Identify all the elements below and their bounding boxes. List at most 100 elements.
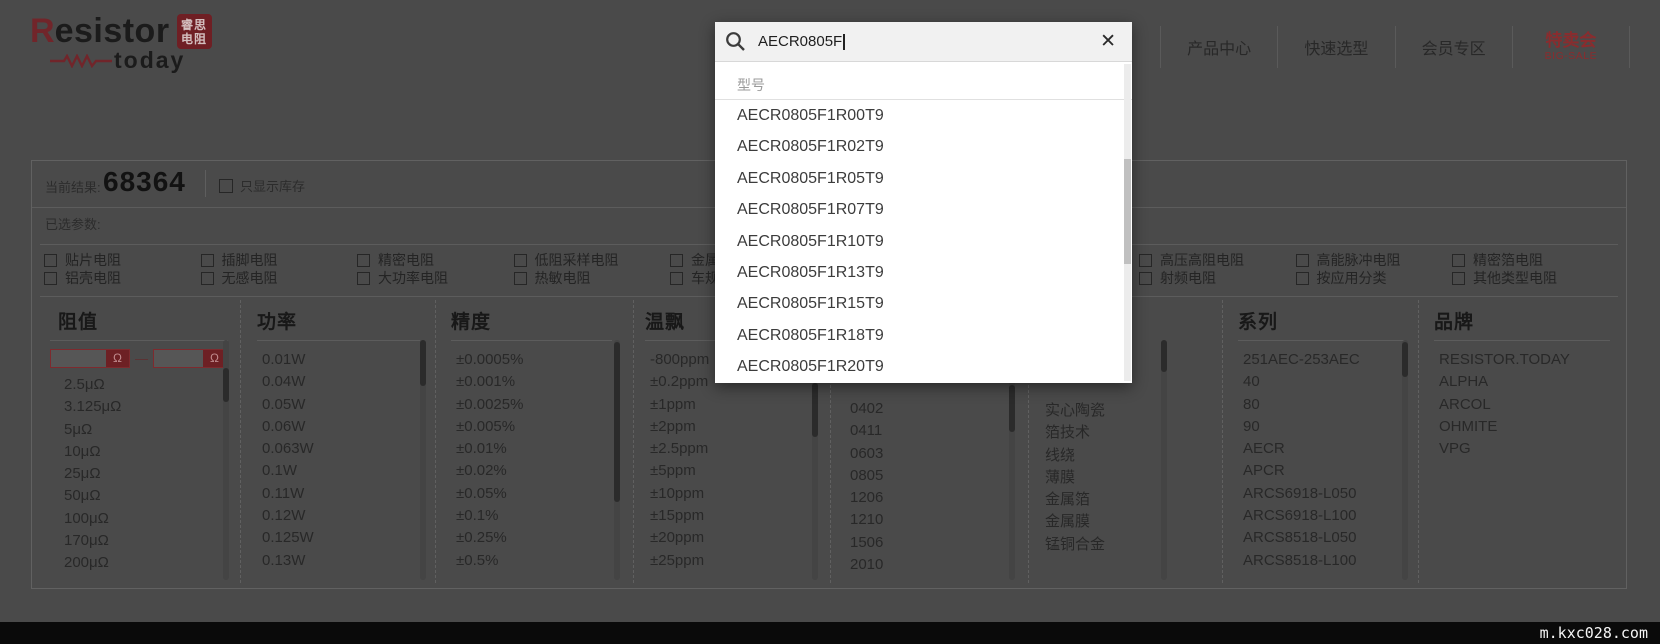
filter-option[interactable]: ±0.5% bbox=[451, 550, 612, 572]
type-filter-option[interactable]: 热敏电阻 bbox=[513, 271, 671, 286]
filter-option[interactable]: ±0.0025% bbox=[451, 394, 612, 416]
nav-item-quick-select[interactable]: 快速选型 bbox=[1278, 26, 1396, 68]
nav-item-member-zone[interactable]: 会员专区 bbox=[1396, 26, 1513, 68]
type-filter-option[interactable]: 贴片电阻 bbox=[44, 253, 201, 268]
filter-option[interactable]: 金属膜 bbox=[1040, 511, 1155, 533]
filter-option[interactable]: 线绕 bbox=[1040, 445, 1155, 467]
type-filter-option[interactable]: 其他类型电阻 bbox=[1452, 271, 1609, 286]
filter-option[interactable]: 0805 bbox=[845, 465, 965, 487]
popup-scrollbar[interactable] bbox=[1124, 64, 1131, 381]
filter-option[interactable]: ARCS8518-L050 bbox=[1238, 527, 1405, 549]
type-filter-option[interactable]: 精密电阻 bbox=[357, 253, 514, 268]
suggestion-item[interactable]: AECR0805F1R07T9 bbox=[715, 194, 1132, 225]
suggestion-item[interactable]: AECR0805F1R15T9 bbox=[715, 288, 1132, 319]
scrollbar-thumb[interactable] bbox=[223, 368, 229, 402]
type-filter-option[interactable]: 射频电阻 bbox=[1139, 271, 1296, 286]
filter-option[interactable]: 0.06W bbox=[257, 416, 420, 438]
filter-option[interactable]: 0402 bbox=[845, 398, 965, 420]
filter-option[interactable]: ±0.1% bbox=[451, 505, 612, 527]
nav-item-big-sale[interactable]: 特卖会 BIG-SALE bbox=[1513, 26, 1630, 68]
filter-option[interactable]: ±15ppm bbox=[645, 505, 805, 527]
filter-option[interactable]: ±25ppm bbox=[645, 550, 805, 572]
type-filter-option[interactable]: 按应用分类 bbox=[1295, 271, 1453, 286]
filter-option[interactable]: 0.125W bbox=[257, 527, 420, 549]
type-filter-option[interactable]: 高压高阻电阻 bbox=[1139, 253, 1296, 268]
resistance-max-input[interactable]: Ω bbox=[153, 349, 227, 368]
filter-option[interactable]: ARCS6918-L050 bbox=[1238, 483, 1405, 505]
filter-option[interactable]: ±2.5ppm bbox=[645, 438, 805, 460]
suggestion-item[interactable]: AECR0805F1R18T9 bbox=[715, 320, 1132, 351]
suggestion-item[interactable]: AECR0805F1R00T9 bbox=[715, 100, 1132, 131]
filter-option[interactable]: ±10ppm bbox=[645, 483, 805, 505]
scrollbar-thumb[interactable] bbox=[1161, 340, 1167, 372]
filter-option[interactable]: APCR bbox=[1238, 460, 1405, 482]
suggestion-item[interactable]: AECR0805F1R10T9 bbox=[715, 226, 1132, 257]
filter-option[interactable]: 0.12W bbox=[257, 505, 420, 527]
filter-option[interactable]: 箔技术 bbox=[1040, 422, 1155, 444]
filter-option[interactable]: 1210 bbox=[845, 509, 965, 531]
filter-option[interactable]: ±5ppm bbox=[645, 460, 805, 482]
filter-option[interactable]: ±0.25% bbox=[451, 527, 612, 549]
filter-option[interactable]: 0.13W bbox=[257, 550, 420, 572]
filter-option[interactable]: 10μΩ bbox=[50, 441, 228, 463]
suggestion-item[interactable]: AECR0805F1R13T9 bbox=[715, 257, 1132, 288]
resistance-max-field[interactable] bbox=[154, 350, 203, 367]
stock-only-checkbox[interactable]: 只显示库存 bbox=[219, 176, 305, 195]
type-filter-option[interactable]: 铝壳电阻 bbox=[44, 271, 201, 286]
suggestion-item[interactable]: AECR0805F1R20T9 bbox=[715, 351, 1132, 382]
filter-option[interactable]: 251AEC-253AEC bbox=[1238, 349, 1405, 371]
filter-option[interactable]: 25μΩ bbox=[50, 463, 228, 485]
filter-option[interactable]: 200μΩ bbox=[50, 552, 228, 574]
filter-option[interactable]: 0603 bbox=[845, 443, 965, 465]
filter-option[interactable]: RESISTOR.TODAY bbox=[1434, 349, 1610, 371]
column-scrollbar[interactable] bbox=[1161, 340, 1167, 580]
filter-option[interactable]: ARCS6918-L100 bbox=[1238, 505, 1405, 527]
resistance-min-field[interactable] bbox=[51, 350, 106, 367]
filter-option[interactable]: 2.5μΩ bbox=[50, 374, 228, 396]
filter-option[interactable]: 40 bbox=[1238, 371, 1405, 393]
filter-option[interactable]: 实心陶瓷 bbox=[1040, 400, 1155, 422]
column-scrollbar[interactable] bbox=[1402, 340, 1408, 580]
search-input[interactable]: AECR0805F bbox=[758, 33, 842, 50]
filter-option[interactable]: VPG bbox=[1434, 438, 1610, 460]
filter-option[interactable]: ±0.005% bbox=[451, 416, 612, 438]
scrollbar-thumb[interactable] bbox=[812, 383, 818, 437]
filter-option[interactable]: 90 bbox=[1238, 416, 1405, 438]
filter-option[interactable]: 薄膜 bbox=[1040, 467, 1155, 489]
column-scrollbar[interactable] bbox=[223, 340, 229, 580]
filter-option[interactable]: 0411 bbox=[845, 420, 965, 442]
filter-option[interactable]: ±0.01% bbox=[451, 438, 612, 460]
filter-option[interactable]: 1506 bbox=[845, 532, 965, 554]
filter-option[interactable]: 2010 bbox=[845, 554, 965, 576]
type-filter-option[interactable]: 低阻采样电阻 bbox=[513, 253, 671, 268]
filter-option[interactable]: 0.063W bbox=[257, 438, 420, 460]
filter-option[interactable]: ARCOL bbox=[1434, 394, 1610, 416]
type-filter-option[interactable]: 无感电阻 bbox=[200, 271, 358, 286]
site-logo[interactable]: Resistor 睿思 电阻 today bbox=[30, 12, 212, 74]
filter-option[interactable]: ARCS8518-L100 bbox=[1238, 550, 1405, 572]
close-icon[interactable]: ✕ bbox=[1094, 32, 1122, 51]
filter-option[interactable]: ALPHA bbox=[1434, 371, 1610, 393]
filter-option[interactable]: ±0.05% bbox=[451, 483, 612, 505]
filter-option[interactable]: 0.1W bbox=[257, 460, 420, 482]
filter-option[interactable]: 50μΩ bbox=[50, 485, 228, 507]
suggestion-item[interactable]: AECR0805F1R05T9 bbox=[715, 163, 1132, 194]
scrollbar-thumb[interactable] bbox=[1402, 342, 1408, 377]
filter-option[interactable]: OHMITE bbox=[1434, 416, 1610, 438]
type-filter-option[interactable]: 高能脉冲电阻 bbox=[1295, 253, 1453, 268]
type-filter-option[interactable]: 大功率电阻 bbox=[357, 271, 514, 286]
filter-option[interactable]: 0.11W bbox=[257, 483, 420, 505]
filter-option[interactable]: 0.01W bbox=[257, 349, 420, 371]
filter-option[interactable]: 金属箔 bbox=[1040, 489, 1155, 511]
filter-option[interactable]: ±20ppm bbox=[645, 527, 805, 549]
scrollbar-thumb[interactable] bbox=[1124, 159, 1131, 264]
column-scrollbar[interactable] bbox=[420, 340, 426, 580]
filter-option[interactable]: 100μΩ bbox=[50, 508, 228, 530]
column-scrollbar[interactable] bbox=[614, 340, 620, 580]
type-filter-option[interactable]: 精密箔电阻 bbox=[1452, 253, 1609, 268]
filter-option[interactable]: ±0.001% bbox=[451, 371, 612, 393]
suggestion-item[interactable]: AECR0805F1R02T9 bbox=[715, 131, 1132, 162]
filter-option[interactable]: ±0.0005% bbox=[451, 349, 612, 371]
filter-option[interactable]: 1206 bbox=[845, 487, 965, 509]
filter-option[interactable]: ±1ppm bbox=[645, 394, 805, 416]
